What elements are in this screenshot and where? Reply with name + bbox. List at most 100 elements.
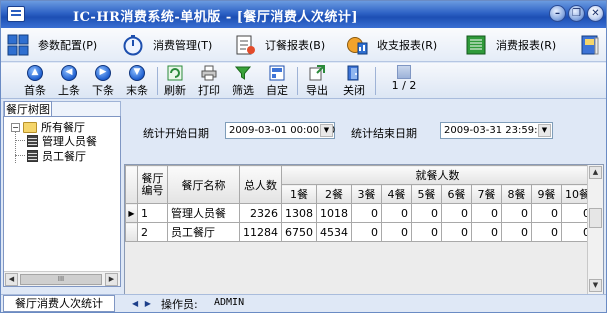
scroll-down-icon[interactable]: ▼ — [589, 279, 602, 292]
tab-scroll-arrows-icon[interactable]: ◀ ▶ — [132, 297, 158, 310]
col-header-total[interactable]: 总人数 — [239, 165, 282, 204]
scroll-right-icon[interactable]: ▶ — [105, 273, 118, 286]
scroll-thumb[interactable]: III — [20, 274, 102, 285]
menu-label: 收支报表(R) — [377, 39, 438, 52]
close-tab-button[interactable]: 关闭 — [338, 65, 370, 97]
cell-meal[interactable]: 0 — [531, 203, 562, 223]
start-date-select[interactable]: 2009-03-01 00:00:00 ▼ — [225, 122, 335, 139]
cell-meal[interactable]: 0 — [411, 222, 442, 242]
cell-meal[interactable]: 0 — [471, 222, 502, 242]
scroll-up-icon[interactable]: ▲ — [589, 166, 602, 179]
col-header-meal[interactable]: 8餐 — [501, 184, 532, 204]
cell-meal[interactable]: 0 — [441, 222, 472, 242]
cell-meal[interactable]: 0 — [351, 203, 382, 223]
operator-label: 操作员: — [161, 298, 198, 311]
toolbar-label: 首条 — [24, 84, 46, 97]
minimize-button[interactable]: – — [549, 5, 566, 22]
cell-meal[interactable]: 0 — [351, 222, 382, 242]
ledger-icon — [465, 34, 487, 56]
scroll-thumb[interactable] — [589, 208, 602, 228]
col-header-name[interactable]: 餐厅名称 — [167, 165, 240, 204]
cell-meal[interactable]: 0 — [381, 222, 412, 242]
export-button[interactable]: 导出 — [301, 65, 333, 97]
cell-meal[interactable]: 0 — [441, 203, 472, 223]
close-button[interactable]: ✕ — [587, 5, 604, 22]
col-header-meal[interactable]: 7餐 — [471, 184, 502, 204]
print-button[interactable]: 打印 — [193, 65, 225, 97]
end-date-value: 2009-03-31 23:59:59 — [444, 125, 551, 136]
menu-consume-manage[interactable]: 消费管理(T) — [122, 34, 212, 56]
first-record-button[interactable]: ▲ 首条 — [19, 65, 51, 97]
title-bar[interactable]: IC-HR消费系统-单机版 - [餐厅消费人次统计] – ❐ ✕ — [1, 1, 606, 28]
stats-table: 餐厅编号 餐厅名称 总人数 就餐人数 1餐 2餐 3餐 4餐 5餐 6餐 7餐 … — [125, 165, 594, 242]
next-record-button[interactable]: ▶ 下条 — [87, 65, 119, 97]
help-book-icon — [579, 34, 601, 56]
col-header-meal[interactable]: 9餐 — [531, 184, 562, 204]
col-header-meal[interactable]: 4餐 — [381, 184, 412, 204]
dropdown-arrow-icon[interactable]: ▼ — [538, 124, 551, 137]
cell-total[interactable]: 2326 — [239, 203, 282, 223]
cell-meal[interactable]: 6750 — [281, 222, 317, 242]
cell-id[interactable]: 1 — [137, 203, 168, 223]
cell-meal[interactable]: 0 — [501, 222, 532, 242]
window-title: IC-HR消费系统-单机版 - [餐厅消费人次统计] — [73, 10, 359, 25]
col-header-meal[interactable]: 2餐 — [316, 184, 352, 204]
restaurant-icon — [27, 150, 38, 162]
collapse-icon[interactable]: − — [11, 122, 20, 132]
row-indicator-header — [125, 165, 138, 204]
custom-button[interactable]: 自定 — [261, 65, 293, 97]
export-icon — [309, 65, 325, 81]
menu-finance-report[interactable]: 收支报表(R) — [346, 34, 437, 56]
filter-button[interactable]: 筛选 — [227, 65, 259, 97]
restore-button[interactable]: ❐ — [568, 5, 585, 22]
col-header-id[interactable]: 餐厅编号 — [137, 165, 168, 204]
table-row[interactable]: ▶ 1 管理人员餐 2326 1308 1018 0 0 0 0 0 0 0 0 — [125, 203, 594, 223]
menu-help[interactable] — [579, 34, 607, 56]
tree-horizontal-scrollbar[interactable]: ◀ III ▶ — [4, 271, 120, 286]
toolbar-separator — [297, 67, 298, 95]
cell-meal[interactable]: 1018 — [316, 203, 352, 223]
tab-restaurant-tree[interactable]: 餐厅树图 — [4, 101, 52, 117]
tree-node-root[interactable]: − 所有餐厅 — [11, 120, 85, 134]
menu-param-config[interactable]: 参数配置(P) — [7, 34, 97, 56]
grid-vertical-scrollbar[interactable]: ▲ ▼ — [587, 165, 603, 294]
cell-name[interactable]: 员工餐厅 — [167, 222, 240, 242]
toolbar-label: 打印 — [198, 84, 220, 97]
toolbar-separator — [157, 67, 158, 95]
current-row-indicator-icon: ▶ — [125, 203, 138, 223]
cell-meal[interactable]: 0 — [381, 203, 412, 223]
refresh-icon — [167, 65, 183, 81]
cell-id[interactable]: 2 — [137, 222, 168, 242]
cell-meal[interactable]: 0 — [411, 203, 442, 223]
col-header-meal[interactable]: 1餐 — [281, 184, 317, 204]
refresh-button[interactable]: 刷新 — [159, 65, 191, 97]
cell-meal[interactable]: 0 — [501, 203, 532, 223]
tab-restaurant-stats[interactable]: 餐厅消费人次统计 — [3, 295, 115, 312]
col-header-meal[interactable]: 5餐 — [411, 184, 442, 204]
last-record-button[interactable]: ▼ 末条 — [121, 65, 153, 97]
scroll-left-icon[interactable]: ◀ — [5, 273, 18, 286]
cell-total[interactable]: 11284 — [239, 222, 282, 242]
toolbar-label: 下条 — [92, 84, 114, 97]
cell-meal[interactable]: 0 — [471, 203, 502, 223]
menu-consume-report[interactable]: 消费报表(R) — [465, 34, 556, 56]
cell-meal[interactable]: 1308 — [281, 203, 317, 223]
tree-node-child[interactable]: 员工餐厅 — [27, 149, 86, 163]
menu-label: 参数配置(P) — [38, 39, 98, 52]
end-date-select[interactable]: 2009-03-31 23:59:59 ▼ — [440, 122, 553, 139]
col-header-meal[interactable]: 3餐 — [351, 184, 382, 204]
dropdown-arrow-icon[interactable]: ▼ — [320, 124, 333, 137]
col-header-meal[interactable]: 6餐 — [441, 184, 472, 204]
cell-meal[interactable]: 4534 — [316, 222, 352, 242]
prev-record-button[interactable]: ◀ 上条 — [53, 65, 85, 97]
tree-node-child[interactable]: 管理人员餐 — [27, 134, 97, 148]
menu-order-report[interactable]: 订餐报表(B) — [234, 34, 325, 56]
table-row[interactable]: 2 员工餐厅 11284 6750 4534 0 0 0 0 0 0 0 0 — [125, 222, 594, 242]
cell-name[interactable]: 管理人员餐 — [167, 203, 240, 223]
filter-area: 统计开始日期 2009-03-01 00:00:00 ▼ 统计结束日期 2009… — [124, 101, 604, 163]
menu-label: 订餐报表(B) — [265, 39, 326, 52]
restaurant-tree: − 所有餐厅 管理人员餐 员工餐厅 ◀ III ▶ — [3, 116, 121, 287]
toolbar-separator — [375, 67, 376, 95]
stopwatch-icon — [122, 34, 144, 56]
cell-meal[interactable]: 0 — [531, 222, 562, 242]
